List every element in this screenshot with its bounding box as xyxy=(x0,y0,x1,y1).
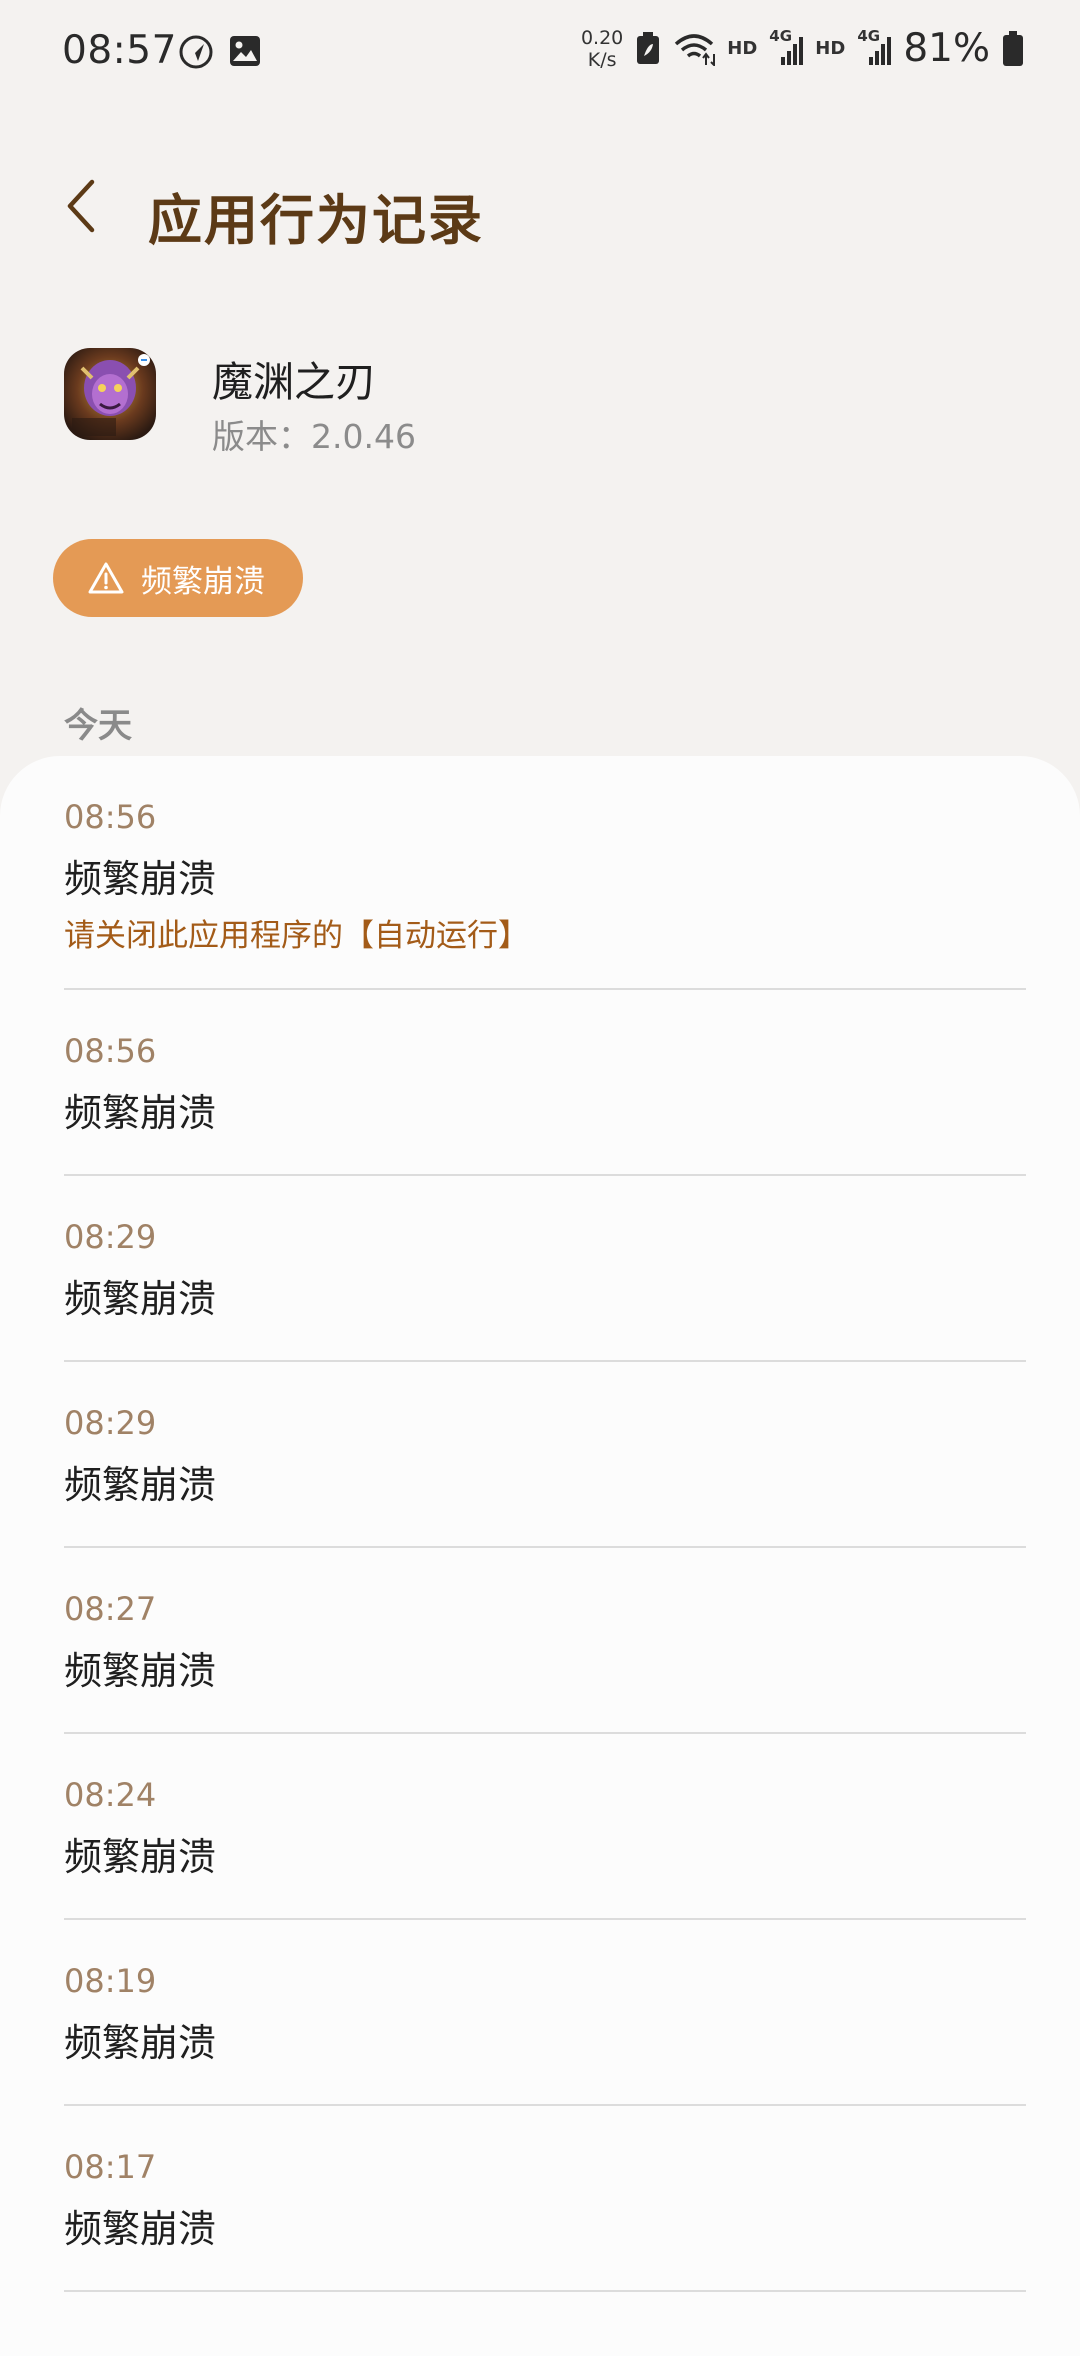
chevron-left-icon xyxy=(67,179,95,233)
page-title: 应用行为记录 xyxy=(148,189,484,252)
record-time: 08:27 xyxy=(64,1590,157,1628)
list-item[interactable]: 08:29 频繁崩溃 xyxy=(64,1362,1026,1548)
chip-label: 频繁崩溃 xyxy=(141,563,265,600)
gallery-icon xyxy=(230,36,260,66)
warning-triangle-icon xyxy=(88,562,124,594)
status-left-icons xyxy=(178,34,262,70)
net-speed: 0.20 K/s xyxy=(581,27,623,71)
frequent-crash-chip[interactable]: 频繁崩溃 xyxy=(53,539,303,617)
record-title: 频繁崩溃 xyxy=(64,2207,217,2251)
battery-saver-icon xyxy=(637,31,660,64)
record-time: 08:29 xyxy=(64,1404,157,1442)
record-time: 08:29 xyxy=(64,1218,157,1256)
records-card: 08:56 频繁崩溃 请关闭此应用程序的【自动运行】 08:56 频繁崩溃 08… xyxy=(0,756,1080,2356)
signal-icon-1: 4G xyxy=(769,27,804,67)
status-time: 08:57 xyxy=(62,28,177,73)
list-item[interactable]: 08:56 频繁崩溃 请关闭此应用程序的【自动运行】 xyxy=(64,756,1026,990)
battery-percent: 81% xyxy=(903,26,990,71)
section-label-today: 今天 xyxy=(64,706,132,746)
record-time: 08:17 xyxy=(64,2148,157,2186)
record-time: 08:19 xyxy=(64,1962,157,2000)
record-time: 08:24 xyxy=(64,1776,157,1814)
net-speed-value: 0.20 xyxy=(580,26,624,49)
wifi-icon xyxy=(675,33,716,66)
list-item[interactable]: 08:17 频繁崩溃 xyxy=(64,2106,1026,2292)
signal-icon-2: 4G xyxy=(857,27,892,67)
list-item[interactable]: 08:24 频繁崩溃 xyxy=(64,1734,1026,1920)
net-speed-unit: K/s xyxy=(587,48,617,71)
hd-label-2: HD xyxy=(815,38,846,59)
list-item[interactable]: 08:29 频繁崩溃 xyxy=(64,1176,1026,1362)
record-title: 频繁崩溃 xyxy=(64,1649,217,1693)
record-title: 频繁崩溃 xyxy=(64,1835,217,1879)
app-icon xyxy=(64,348,156,440)
record-time: 08:56 xyxy=(64,1032,157,1070)
record-title: 频繁崩溃 xyxy=(64,857,217,901)
list-item[interactable]: 08:27 频繁崩溃 xyxy=(64,1548,1026,1734)
list-item[interactable]: 08:19 频繁崩溃 xyxy=(64,1920,1026,2106)
back-button[interactable] xyxy=(50,170,120,240)
record-title: 频繁崩溃 xyxy=(64,2021,217,2065)
app-name: 魔渊之刃 xyxy=(212,358,376,406)
battery-icon xyxy=(1003,30,1023,66)
navigation-icon xyxy=(179,35,213,69)
record-hint: 请关闭此应用程序的【自动运行】 xyxy=(64,918,529,954)
hd-label-1: HD xyxy=(727,38,758,59)
status-right: 0.20 K/s HD 4G HD 4G 81% xyxy=(581,26,1024,71)
record-time: 08:56 xyxy=(64,798,157,836)
record-title: 频繁崩溃 xyxy=(64,1463,217,1507)
list-item[interactable]: 08:56 频繁崩溃 xyxy=(64,990,1026,1176)
app-version: 版本：2.0.46 xyxy=(212,417,416,456)
status-bar: 08:57 0.20 K/s HD 4G HD 4G 81% xyxy=(0,0,1080,105)
record-title: 频繁崩溃 xyxy=(64,1277,217,1321)
record-title: 频繁崩溃 xyxy=(64,1091,217,1135)
